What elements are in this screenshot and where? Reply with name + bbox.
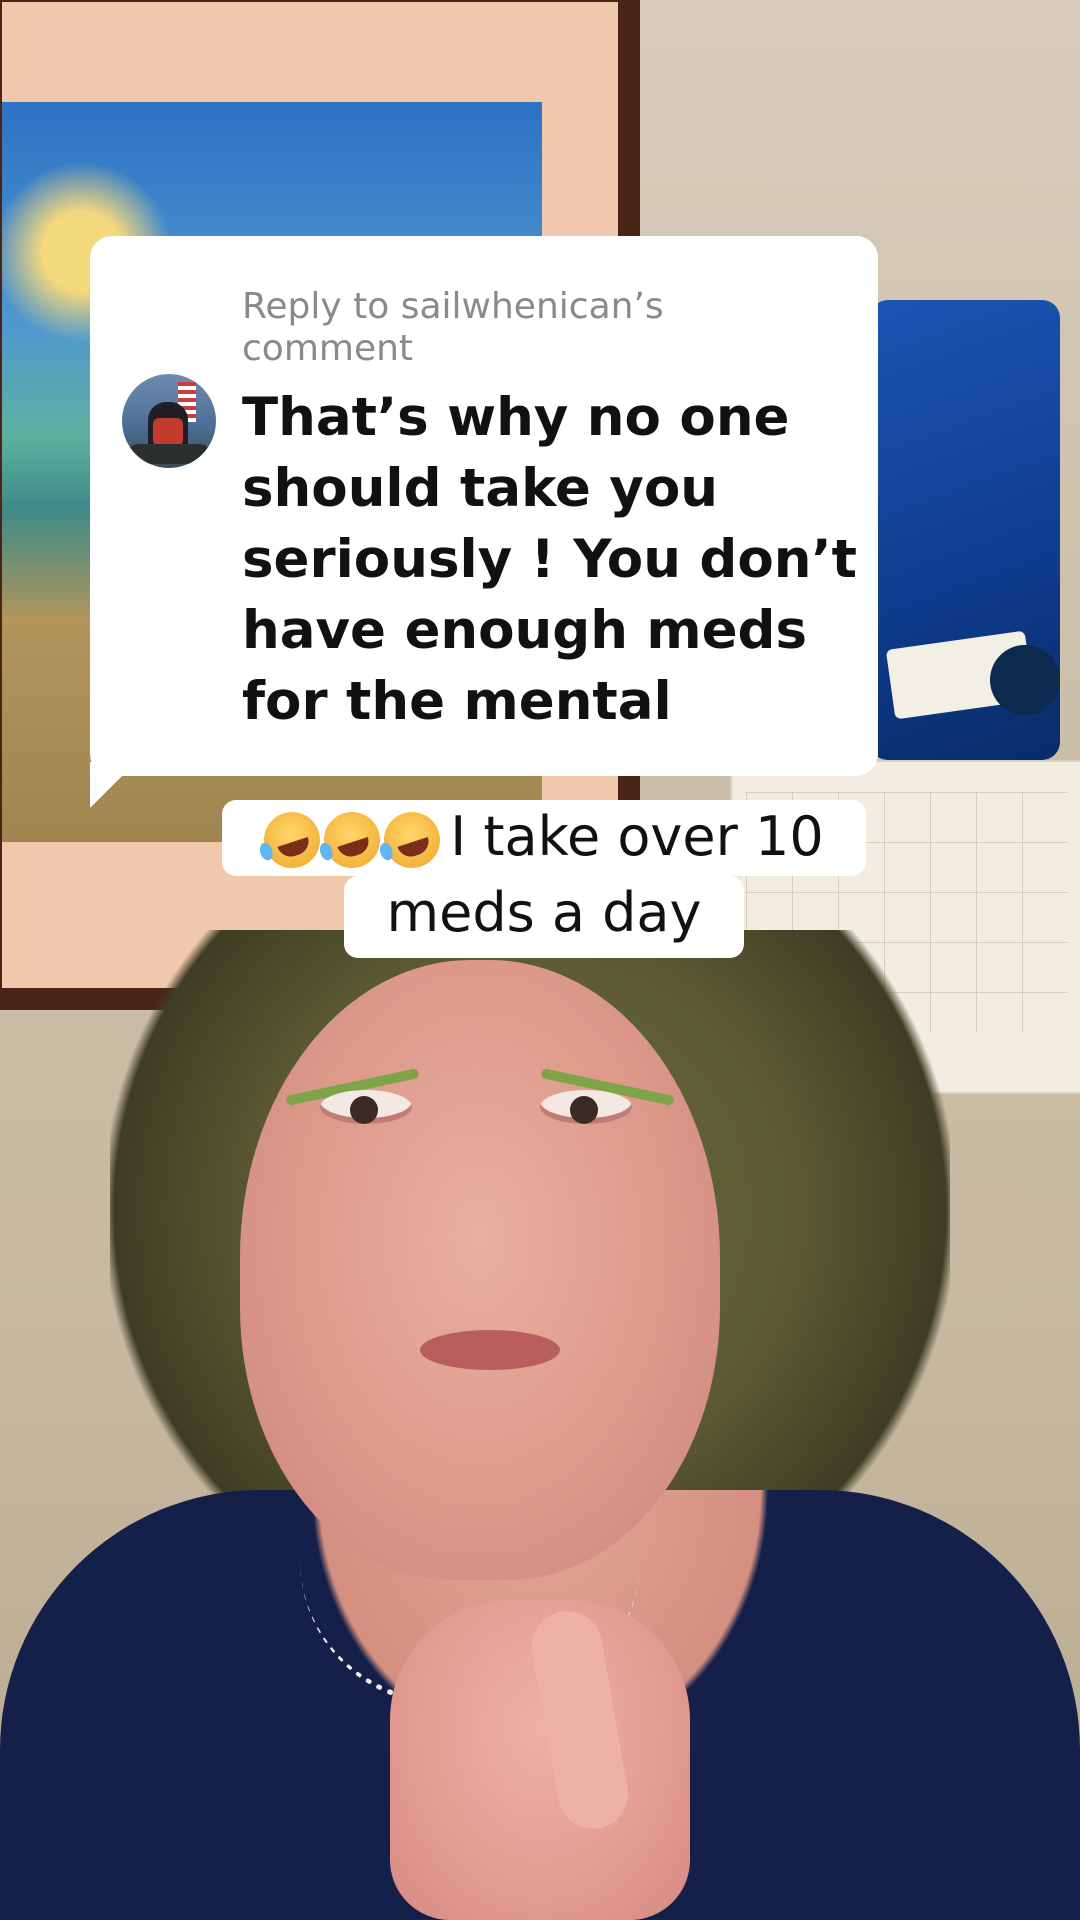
eye-right — [540, 1090, 632, 1124]
caption-line-1: I take over 10 — [222, 800, 866, 876]
reply-comment-bubble[interactable]: Reply to sailwhenican’s comment That’s w… — [90, 236, 878, 776]
person-face — [240, 960, 720, 1580]
reply-header: Reply to sailwhenican’s comment — [242, 286, 664, 369]
bag-badge — [990, 645, 1060, 715]
caption-text-1: I take over 10 — [450, 805, 824, 868]
emoji-group — [257, 800, 448, 876]
comment-text: That’s why no one should take you seriou… — [242, 387, 857, 732]
rolling-on-the-floor-laughing-icon — [317, 805, 388, 876]
rolling-on-the-floor-laughing-icon — [377, 805, 448, 876]
commenter-avatar[interactable] — [122, 374, 216, 468]
avatar-life-vest — [153, 418, 183, 446]
caption-text-2: meds a day — [386, 881, 702, 944]
avatar-boat — [128, 444, 210, 464]
person-mouth — [420, 1330, 560, 1370]
video-frame[interactable]: Reply to sailwhenican’s comment That’s w… — [0, 0, 1080, 1920]
eye-left — [320, 1090, 412, 1124]
rolling-on-the-floor-laughing-icon — [257, 805, 328, 876]
caption-line-2: meds a day — [344, 876, 744, 958]
